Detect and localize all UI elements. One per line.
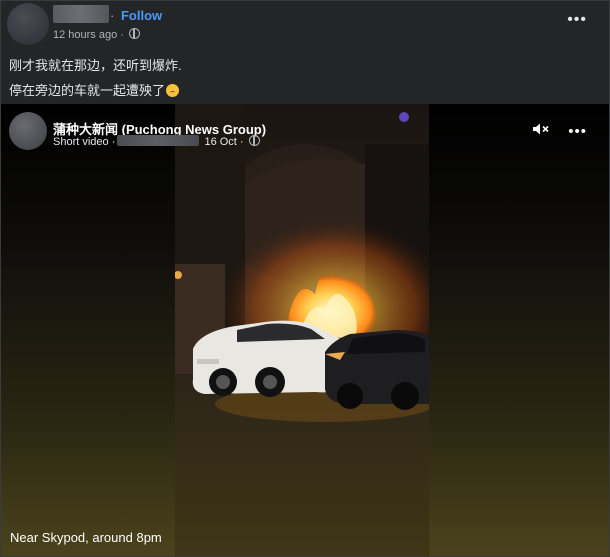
video-caption: Near Skypod, around 8pm xyxy=(10,530,162,545)
post-header: · Follow 12 hours ago · ••• xyxy=(1,1,609,45)
follow-button[interactable]: Follow xyxy=(121,8,162,23)
post-text-line: 刚才我就在那边，还听到爆炸. xyxy=(9,58,182,73)
separator-dot: · xyxy=(111,136,116,148)
post-text-line-2: 停在旁边的车就一起遭殃了 xyxy=(9,78,182,103)
video-more-button[interactable]: ••• xyxy=(568,123,587,140)
car-fire-scene xyxy=(175,104,429,556)
facebook-post: · Follow 12 hours ago · ••• 刚才我就在那边，还听到爆… xyxy=(0,0,610,557)
separator-dot: · xyxy=(120,29,128,41)
avatar[interactable] xyxy=(7,3,49,45)
author-name-redacted[interactable] xyxy=(53,5,109,23)
separator-dot: · xyxy=(239,136,244,148)
video-date[interactable]: 16 Oct xyxy=(204,136,236,148)
more-horizontal-icon: ••• xyxy=(568,123,587,140)
shared-video[interactable]: 蒲种大新闻 (Puchong News Group) Short video ·… xyxy=(1,104,609,556)
video-type: Short video xyxy=(53,136,109,148)
speaker-muted-icon xyxy=(533,123,549,135)
page-avatar[interactable] xyxy=(9,112,47,150)
sad-face-emoji-icon xyxy=(166,84,180,97)
video-meta: Short video · 16 Oct · xyxy=(53,135,260,148)
video-frame[interactable] xyxy=(175,104,429,556)
mute-button[interactable] xyxy=(532,122,550,140)
globe-icon xyxy=(248,135,260,146)
follow-group: · Follow xyxy=(110,8,162,23)
post-timestamp[interactable]: 12 hours ago · xyxy=(53,28,141,41)
post-text: 刚才我就在那边，还听到爆炸. 停在旁边的车就一起遭殃了 xyxy=(9,53,182,103)
more-options-button[interactable]: ••• xyxy=(567,11,587,29)
separator-dot: · xyxy=(110,8,115,23)
more-horizontal-icon: ••• xyxy=(567,11,587,28)
globe-icon xyxy=(129,28,141,39)
redacted-text xyxy=(117,135,200,146)
video-controls: ••• xyxy=(532,122,587,140)
timestamp-text: 12 hours ago xyxy=(53,29,118,41)
